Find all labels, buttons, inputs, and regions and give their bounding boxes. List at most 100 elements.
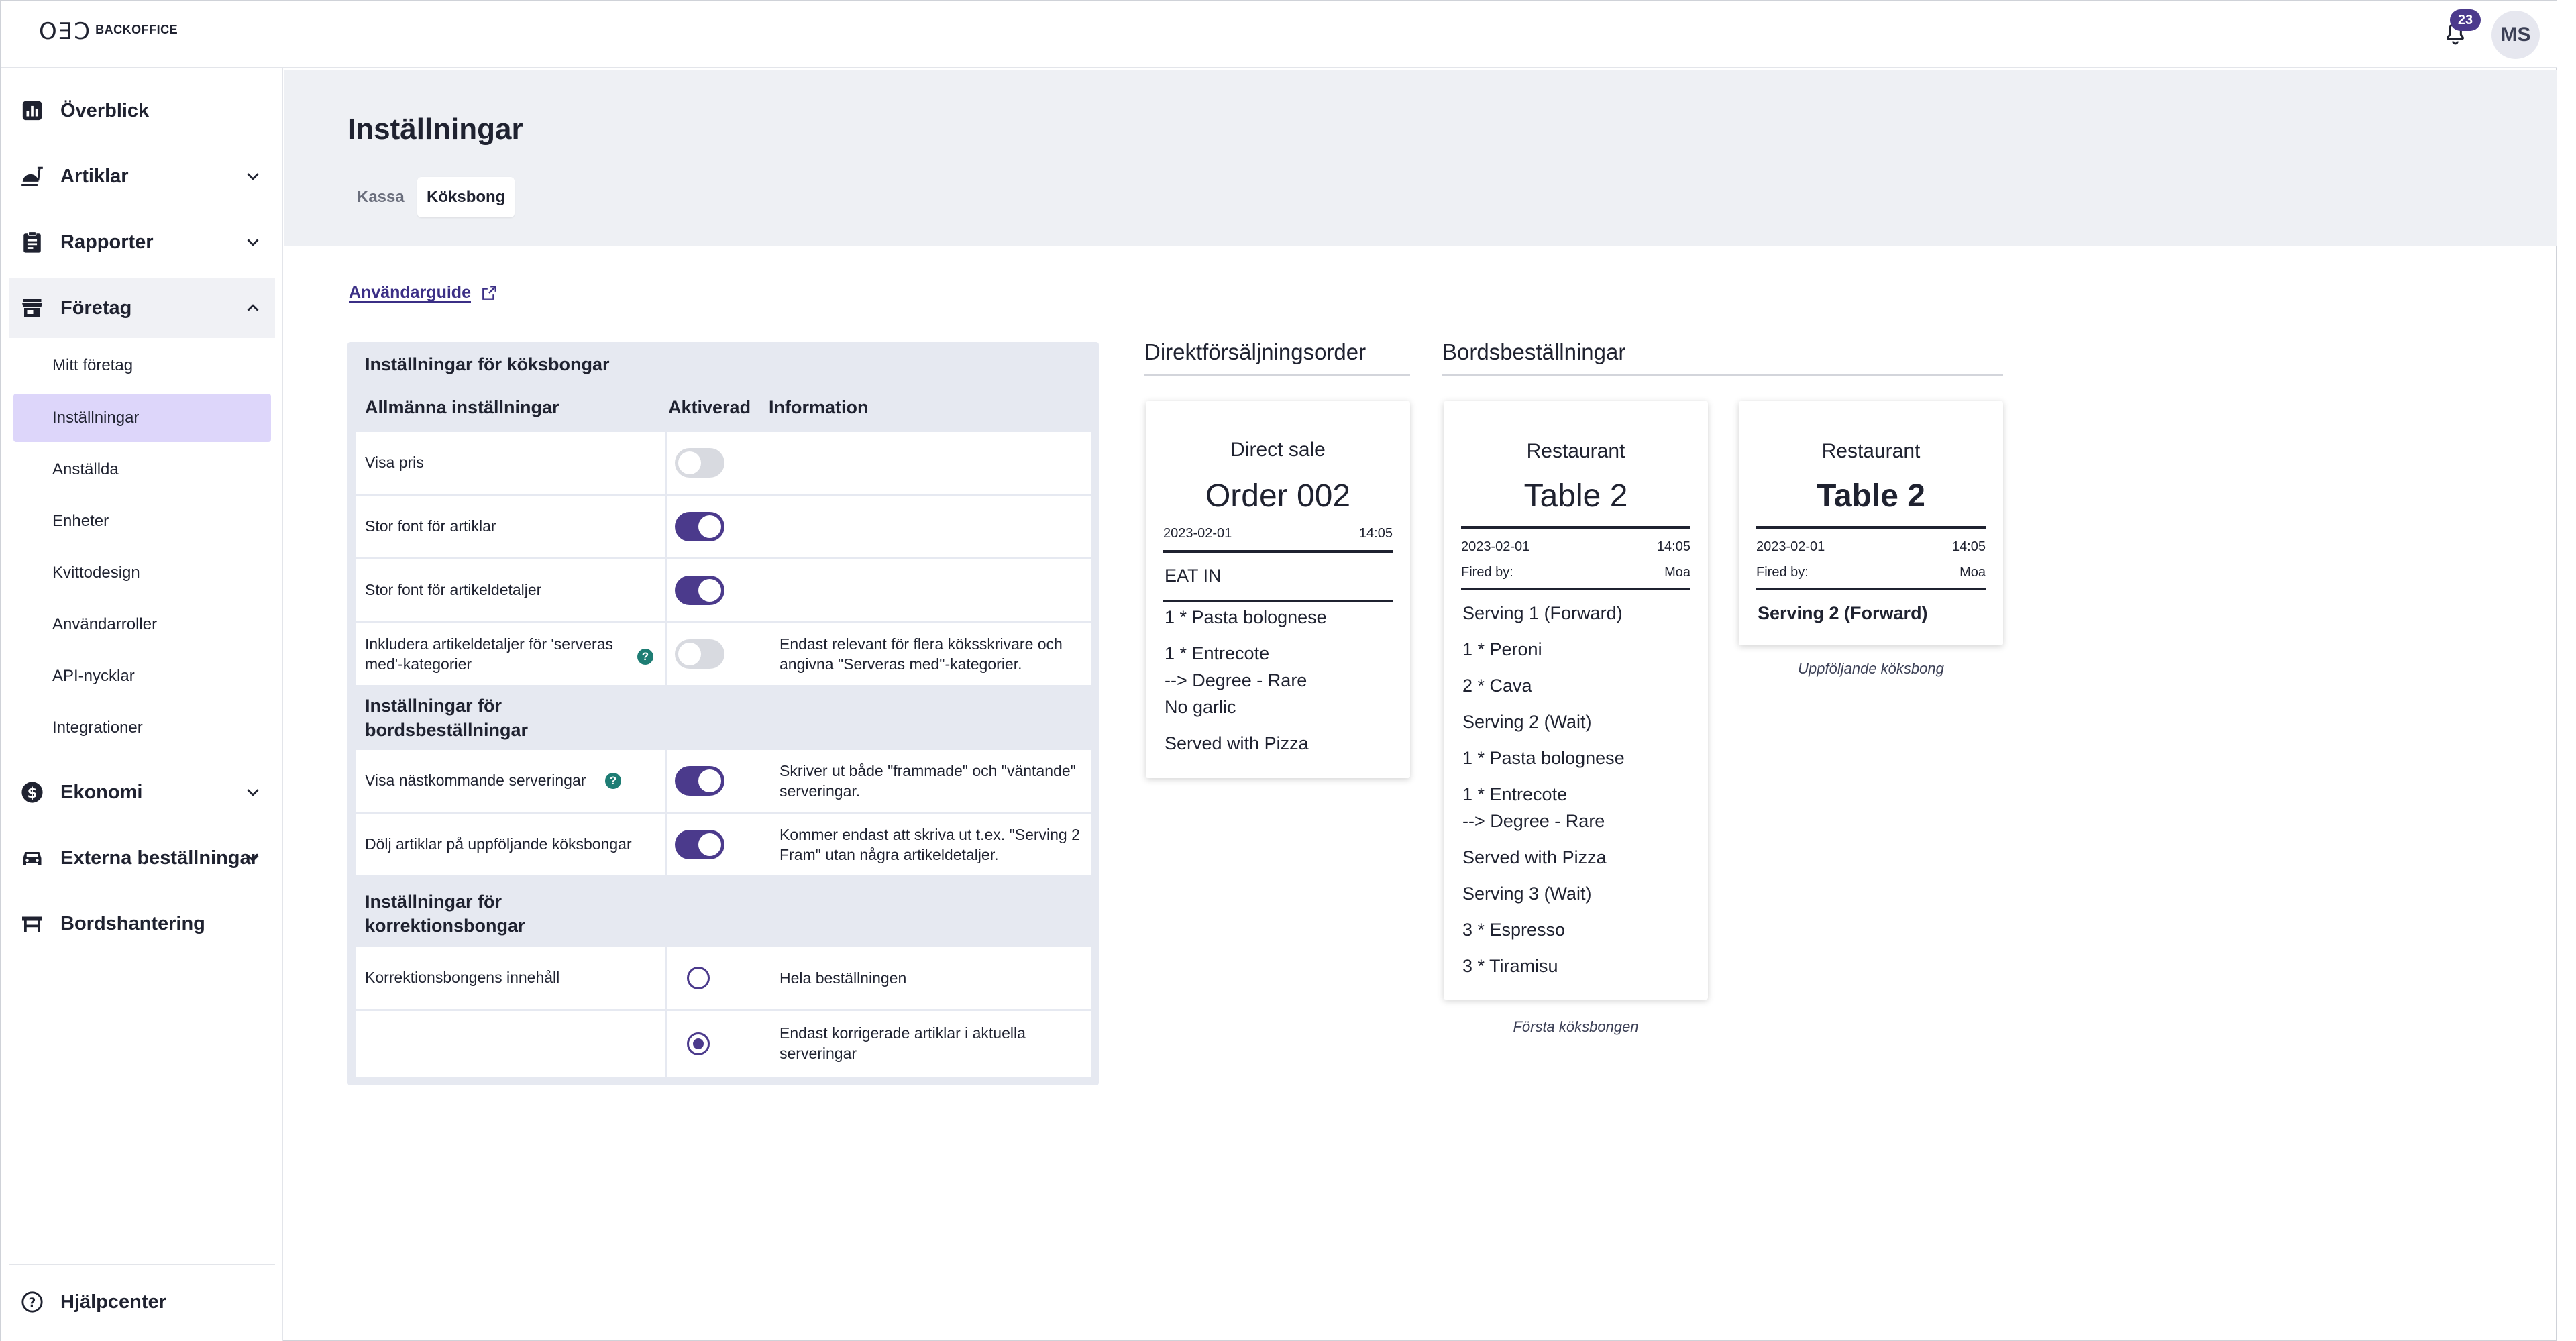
- page-header: Inställningar Kassa Köksbong: [284, 70, 2557, 246]
- ticket-order-type: EAT IN: [1165, 566, 1222, 586]
- sidebar-sub-api-nycklar[interactable]: API-nycklar: [13, 652, 271, 700]
- setting-row-dolj-artiklar: Dölj artiklar på uppföljande köksbongar …: [356, 814, 1091, 875]
- sidebar-sub-enheter[interactable]: Enheter: [13, 497, 271, 545]
- ticket-item: Served with Pizza: [1165, 733, 1309, 753]
- ticket-time: 14:05: [1656, 539, 1690, 554]
- toggle-visa-nastkommande[interactable]: [675, 766, 724, 796]
- ticket-fired-label: Fired by:: [1461, 565, 1513, 580]
- setting-row-stor-font-artiklar: Stor font för artiklar: [356, 496, 1091, 557]
- food-icon: [19, 163, 46, 190]
- toggle-visa-pris[interactable]: [675, 448, 724, 478]
- dollar-icon: $: [19, 779, 46, 806]
- setting-row-korrektion-hela: Korrektionsbongens innehåll Hela beställ…: [356, 947, 1091, 1009]
- sidebar-sub-anvandarroller[interactable]: Användarroller: [13, 600, 271, 649]
- toggle-stor-font-artiklar[interactable]: [675, 512, 724, 541]
- sidebar-sub-anstallda[interactable]: Anställda: [13, 445, 271, 494]
- setting-row-visa-nastkommande: Visa nästkommande serveringar ? Skriver …: [356, 750, 1091, 812]
- setting-info: Endast relevant för flera köksskrivare o…: [780, 635, 1063, 673]
- cell-divider: [665, 814, 667, 875]
- sidebar-sub-integrationer[interactable]: Integrationer: [13, 704, 271, 752]
- toggle-dolj-artiklar[interactable]: [675, 830, 724, 859]
- header-enabled: Aktiverad: [668, 397, 751, 417]
- cell-divider: [665, 947, 667, 1009]
- ticket-divider: [1756, 588, 1986, 590]
- ticket-time: 14:05: [1951, 539, 1986, 554]
- setting-label: Stor font för artikeldetaljer: [365, 581, 542, 598]
- ticket-fired-by: Moa: [1960, 565, 1986, 580]
- sidebar-item-foretag[interactable]: Företag: [9, 278, 275, 338]
- external-link-icon: [480, 284, 498, 302]
- ticket-item: 1 * Entrecote: [1462, 784, 1568, 804]
- setting-label: Dölj artiklar på uppföljande köksbongar: [365, 835, 632, 853]
- chevron-up-icon: [243, 298, 263, 318]
- header-information: Information: [769, 397, 869, 417]
- setting-info: Kommer endast att skriva ut t.ex. "Servi…: [780, 826, 1080, 863]
- ticket-item: --> Degree - Rare: [1462, 811, 1605, 831]
- bar-chart-icon: [19, 97, 46, 124]
- toggle-stor-font-artikeldetaljer[interactable]: [675, 576, 724, 605]
- setting-row-inkludera-artikeldetaljer: Inkludera artikeldetaljer för 'serveras …: [356, 623, 1091, 685]
- ticket-item: 3 * Espresso: [1462, 920, 1566, 940]
- ticket-item: 1 * Peroni: [1462, 639, 1542, 659]
- top-bar: OƎƆ BACKOFFICE 23 MS: [1, 1, 2557, 68]
- tab-koksbong[interactable]: Köksbong: [417, 177, 515, 217]
- setting-row-korrektion-endast: Endast korrigerade artiklar i aktuella s…: [356, 1011, 1091, 1077]
- ticket-date: 2023-02-01: [1756, 539, 1825, 554]
- sidebar-label: Rapporter: [60, 231, 154, 253]
- tab-kassa[interactable]: Kassa: [347, 177, 414, 217]
- toggle-inkludera-artikeldetaljer[interactable]: [675, 639, 724, 669]
- ticket-title: Table 2: [1817, 478, 1925, 514]
- clipboard-icon: [19, 229, 46, 256]
- ticket-item: 1 * Entrecote: [1165, 643, 1270, 663]
- sidebar-item-rapporter[interactable]: Rapporter: [9, 212, 275, 272]
- section-correction-tickets: Inställningar för korrektionsbongar: [365, 892, 525, 936]
- setting-label: Visa nästkommande serveringar: [365, 771, 586, 789]
- table-orders-heading: Bordsbeställningar: [1442, 339, 2003, 376]
- toggle-knob: [698, 515, 721, 538]
- sidebar-item-bordshantering[interactable]: Bordshantering: [9, 894, 275, 954]
- user-guide-link[interactable]: Användarguide: [349, 283, 498, 303]
- avatar[interactable]: MS: [2491, 11, 2540, 59]
- setting-label: Inkludera artikeldetaljer för 'serveras …: [365, 635, 613, 673]
- radio-hela-bestallningen[interactable]: [687, 967, 710, 989]
- sidebar-label: Externa beställningar: [60, 847, 258, 869]
- sidebar-item-artiklar[interactable]: Artiklar: [9, 146, 275, 207]
- sidebar-item-ekonomi[interactable]: $ Ekonomi: [9, 762, 275, 822]
- radio-label: Hela beställningen: [780, 969, 907, 987]
- svg-text:?: ?: [29, 1296, 36, 1310]
- help-circle-icon: ?: [19, 1289, 46, 1316]
- ticket-date: 2023-02-01: [1163, 526, 1232, 541]
- logo[interactable]: OƎƆ BACKOFFICE: [39, 20, 178, 43]
- sidebar-sub-kvittodesign[interactable]: Kvittodesign: [13, 549, 271, 597]
- chevron-down-icon: [243, 166, 263, 186]
- ticket-item: Served with Pizza: [1462, 847, 1607, 867]
- table-icon: [19, 910, 46, 937]
- first-kitchen-ticket: Restaurant Table 2 2023-02-01 14:05 Fire…: [1444, 401, 1708, 1000]
- ticket-item: 1 * Pasta bolognese: [1165, 607, 1327, 627]
- sidebar-label: Bordshantering: [60, 912, 205, 934]
- radio-endast-korrigerade[interactable]: [687, 1032, 710, 1055]
- ticket-item: --> Degree - Rare: [1165, 670, 1307, 690]
- help-icon[interactable]: ?: [605, 773, 621, 789]
- sidebar-item-help-center[interactable]: ? Hjälpcenter: [9, 1272, 275, 1332]
- cell-divider: [665, 623, 667, 685]
- notification-badge: 23: [2450, 9, 2481, 31]
- help-icon[interactable]: ?: [637, 649, 653, 665]
- ticket-subtitle: Direct sale: [1230, 439, 1326, 461]
- sidebar-label: Överblick: [60, 99, 150, 121]
- section-table-orders: Inställningar för bordsbeställningar: [365, 696, 529, 740]
- svg-text:$: $: [28, 785, 38, 802]
- setting-label: Visa pris: [365, 453, 424, 471]
- ticket-item: Serving 2 (Forward): [1758, 603, 1928, 623]
- sidebar-item-overblick[interactable]: Överblick: [9, 81, 275, 141]
- sidebar-sub-mitt-foretag[interactable]: Mitt företag: [13, 341, 271, 390]
- sidebar-item-externa-bestallningar[interactable]: Externa beställningar: [9, 828, 275, 888]
- first-ticket-caption: Första köksbongen: [1513, 1018, 1639, 1035]
- cell-divider: [665, 559, 667, 621]
- page-title: Inställningar: [347, 113, 523, 146]
- setting-row-visa-pris: Visa pris: [356, 432, 1091, 494]
- toggle-knob: [678, 643, 701, 665]
- sidebar-sub-installningar[interactable]: Inställningar: [13, 394, 271, 442]
- cell-divider: [665, 432, 667, 494]
- ticket-divider: [1163, 550, 1393, 553]
